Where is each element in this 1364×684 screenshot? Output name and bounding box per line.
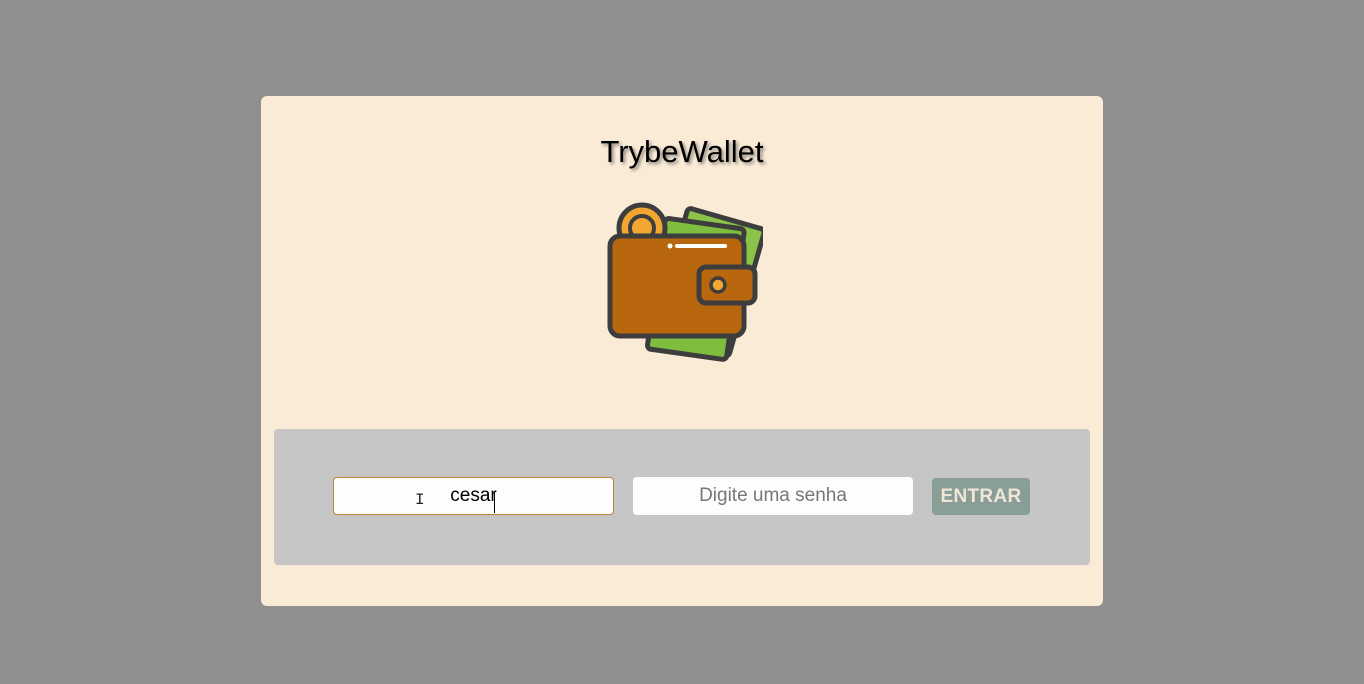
password-input[interactable] (633, 477, 913, 515)
wallet-icon (607, 202, 763, 362)
app-title: TrybeWallet (600, 134, 764, 169)
login-form: I ENTRAR (274, 429, 1090, 565)
text-caret (494, 491, 495, 513)
email-input[interactable] (333, 477, 614, 515)
text-cursor-icon: I (415, 491, 425, 509)
enter-button[interactable]: ENTRAR (932, 478, 1030, 515)
login-card: TrybeWallet I ENTRAR (261, 96, 1103, 606)
